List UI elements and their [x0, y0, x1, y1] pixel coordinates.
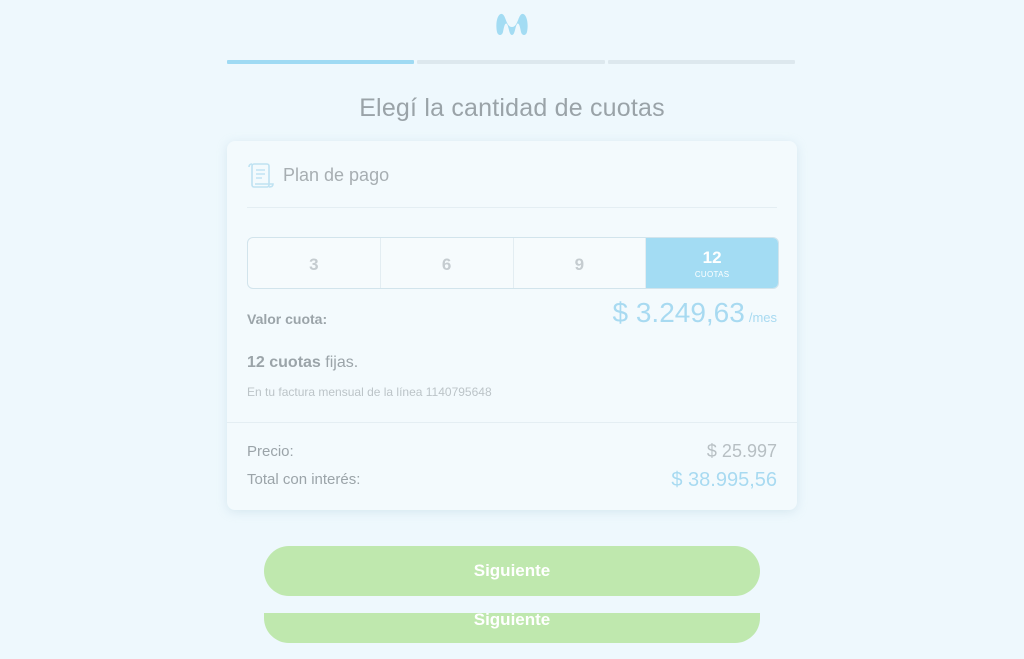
- step-progress: [227, 60, 795, 64]
- installment-option-9[interactable]: 9: [514, 238, 647, 288]
- payment-plan-card: Plan de pago 3 6 9 12 CUOTAS Valor cuota…: [227, 141, 797, 510]
- scroll-icon: [248, 163, 274, 188]
- option-value: 9: [574, 255, 585, 274]
- option-value: 12: [702, 248, 722, 267]
- progress-step-3: [607, 60, 795, 64]
- progress-step-2: [417, 60, 605, 64]
- installment-option-6[interactable]: 6: [381, 238, 514, 288]
- option-value: 6: [441, 255, 452, 274]
- price-value: $ 25.997: [706, 441, 777, 461]
- card-header: Plan de pago: [247, 141, 777, 208]
- price-label: Precio:: [247, 443, 294, 460]
- option-sublabel: CUOTAS: [694, 270, 730, 279]
- installment-amount: $ 3.249,63: [612, 297, 745, 328]
- installments-selector: 3 6 9 12 CUOTAS: [247, 237, 779, 289]
- progress-step-1: [227, 60, 415, 64]
- total-label: Total con interés:: [247, 471, 361, 488]
- billing-note: En tu factura mensual de la línea 114079…: [247, 385, 492, 399]
- option-value: 3: [309, 255, 319, 274]
- fixed-installments-text: 12 cuotas fijas.: [247, 354, 358, 372]
- total-value: $ 38.995,56: [671, 469, 777, 491]
- plan-title: Plan de pago: [283, 165, 390, 185]
- installment-value: $ 3.249,63/mes: [612, 297, 777, 329]
- installment-unit: /mes: [748, 310, 777, 325]
- movistar-logo: [496, 13, 528, 35]
- divider: [227, 422, 797, 423]
- installment-option-12[interactable]: 12 CUOTAS: [646, 238, 778, 288]
- installment-option-3[interactable]: 3: [248, 238, 381, 288]
- page-title: Elegí la cantidad de cuotas: [359, 94, 665, 122]
- installment-label: Valor cuota:: [247, 311, 328, 327]
- next-button[interactable]: Siguiente: [264, 546, 760, 596]
- fixed-suffix: fijas.: [320, 354, 359, 371]
- fixed-count: 12 cuotas: [247, 354, 321, 371]
- next-button-duplicate[interactable]: Siguiente: [264, 613, 760, 643]
